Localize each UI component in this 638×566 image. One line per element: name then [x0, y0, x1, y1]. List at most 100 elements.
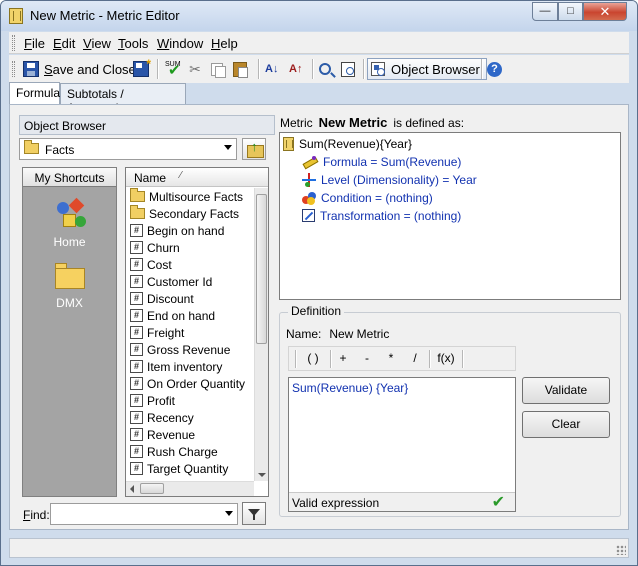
list-item[interactable]: # Recency	[130, 409, 194, 426]
sort-icon: ⁄	[180, 170, 182, 181]
menu-bar: File Edit View Tools Window Help	[9, 32, 629, 54]
tree-root[interactable]: Sum(Revenue){Year}	[283, 135, 412, 152]
title-bar[interactable]: New Metric - Metric Editor — □ ✕	[1, 1, 637, 31]
menu-file[interactable]: File	[24, 36, 45, 51]
tree-formula[interactable]: Formula = Sum(Revenue)	[302, 153, 461, 170]
find-button[interactable]	[319, 58, 331, 80]
toolbar-grip-icon[interactable]	[12, 61, 15, 77]
object-browser-icon	[371, 62, 385, 76]
minimize-button[interactable]: —	[532, 2, 558, 21]
tree-level[interactable]: Level (Dimensionality) = Year	[302, 171, 477, 188]
list-item[interactable]: # Discount	[130, 290, 194, 307]
list-item-label: Freight	[147, 325, 185, 340]
tab-formula[interactable]: Formula	[9, 82, 60, 104]
toolbar-separator	[295, 349, 296, 368]
help-icon: ?	[487, 61, 502, 77]
preview-button[interactable]	[341, 58, 355, 80]
list-item-label: Gross Revenue	[147, 342, 231, 357]
scroll-thumb[interactable]	[256, 194, 267, 344]
vertical-scrollbar[interactable]	[254, 188, 268, 481]
folder-icon	[130, 205, 145, 219]
close-button[interactable]: ✕	[583, 2, 627, 21]
find-input[interactable]	[50, 503, 238, 525]
home-icon	[53, 197, 87, 230]
minus-button[interactable]: -	[359, 348, 375, 369]
list-item[interactable]: # Freight	[130, 324, 184, 341]
list-item[interactable]: # End on hand	[130, 307, 215, 324]
maximize-button[interactable]: □	[558, 2, 583, 21]
shortcut-dmx[interactable]: DMX	[23, 263, 116, 313]
scroll-left-icon[interactable]	[130, 485, 134, 493]
metric-icon	[283, 136, 294, 151]
shortcut-home[interactable]: Home	[23, 197, 116, 249]
validate-toolbar-button[interactable]: SUM ✔	[165, 58, 181, 80]
column-header-name[interactable]: Name ⁄	[126, 168, 268, 187]
magnify-icon	[319, 63, 331, 75]
menu-tools[interactable]: Tools	[118, 36, 148, 51]
scroll-down-icon[interactable]	[258, 473, 266, 477]
menu-help[interactable]: Help	[211, 36, 238, 51]
list-item[interactable]: # On Order Quantity	[130, 375, 245, 392]
formula-expression[interactable]: Sum(Revenue) {Year}	[292, 381, 408, 395]
toolbar-separator	[312, 59, 313, 79]
cut-button[interactable]: ✂	[187, 58, 203, 80]
list-item-label: Customer Id	[147, 274, 213, 289]
spell-check-options-button[interactable]: A↑	[289, 58, 305, 80]
list-item[interactable]: # Item inventory	[130, 358, 222, 375]
list-item[interactable]: # Target Quantity	[130, 460, 228, 477]
tree-transformation[interactable]: Transformation = (nothing)	[302, 207, 461, 224]
copy-icon	[211, 62, 226, 78]
clear-button[interactable]: Clear	[522, 411, 610, 438]
object-browser-toggle-button[interactable]: Object Browser	[367, 58, 487, 80]
horizontal-scrollbar[interactable]	[126, 481, 254, 496]
list-item[interactable]: # Revenue	[130, 426, 195, 443]
list-item[interactable]: Secondary Facts	[130, 205, 239, 222]
toolbar-separator	[429, 349, 430, 368]
help-button[interactable]: ?	[487, 58, 502, 80]
function-button[interactable]: f(x)	[434, 348, 458, 369]
multiply-button[interactable]: *	[383, 348, 399, 369]
divide-button[interactable]: /	[407, 348, 423, 369]
fact-icon: #	[130, 224, 143, 237]
list-item[interactable]: # Customer Id	[130, 273, 212, 290]
level-icon	[302, 172, 316, 187]
close-icon: ✕	[599, 4, 611, 19]
fact-icon: #	[130, 462, 143, 475]
list-item[interactable]: # Profit	[130, 392, 175, 409]
paste-icon	[233, 61, 248, 78]
parentheses-button[interactable]: ( )	[300, 348, 326, 369]
menu-edit[interactable]: Edit	[53, 36, 75, 51]
resize-grip-icon[interactable]	[616, 545, 626, 555]
list-item-label: Target Quantity	[147, 461, 229, 476]
list-item-label: Discount	[147, 291, 194, 306]
paste-button[interactable]	[233, 58, 248, 80]
plus-button[interactable]: +	[335, 348, 351, 369]
list-item[interactable]: Multisource Facts	[130, 188, 243, 205]
menu-window[interactable]: Window	[157, 36, 203, 51]
parent-folder-button[interactable]	[242, 138, 266, 160]
list-item[interactable]: # Gross Revenue	[130, 341, 230, 358]
object-list-body: Multisource Facts Secondary Facts # Begin o…	[126, 188, 254, 481]
list-item[interactable]: # Churn	[130, 239, 180, 256]
toolbar-separator	[481, 59, 482, 79]
transformation-icon	[302, 209, 315, 222]
scroll-thumb[interactable]	[140, 483, 164, 494]
tree-condition[interactable]: Condition = (nothing)	[302, 189, 433, 206]
list-item[interactable]: # Rush Charge	[130, 443, 218, 460]
tab-subtotals-aggregation[interactable]: Subtotals / Aggregation	[60, 83, 186, 115]
validate-button[interactable]: Validate	[522, 377, 610, 404]
list-item[interactable]: # Begin on hand	[130, 222, 224, 239]
window-title: New Metric - Metric Editor	[30, 8, 180, 23]
menu-view[interactable]: View	[83, 36, 111, 51]
folder-select[interactable]: Facts	[19, 138, 237, 160]
list-item[interactable]: # Cost	[130, 256, 172, 273]
formula-editor[interactable]: Sum(Revenue) {Year} Valid expression ✔	[288, 377, 516, 512]
copy-button[interactable]	[209, 58, 226, 80]
validation-status: Valid expression ✔	[289, 492, 515, 511]
save-as-button[interactable]	[133, 57, 151, 80]
menu-grip-icon[interactable]	[12, 35, 15, 51]
save-and-close-button[interactable]: Save and Close	[23, 58, 136, 80]
spell-check-button[interactable]: A↓	[265, 58, 281, 80]
filter-button[interactable]	[242, 502, 266, 525]
fact-icon: #	[130, 377, 143, 390]
